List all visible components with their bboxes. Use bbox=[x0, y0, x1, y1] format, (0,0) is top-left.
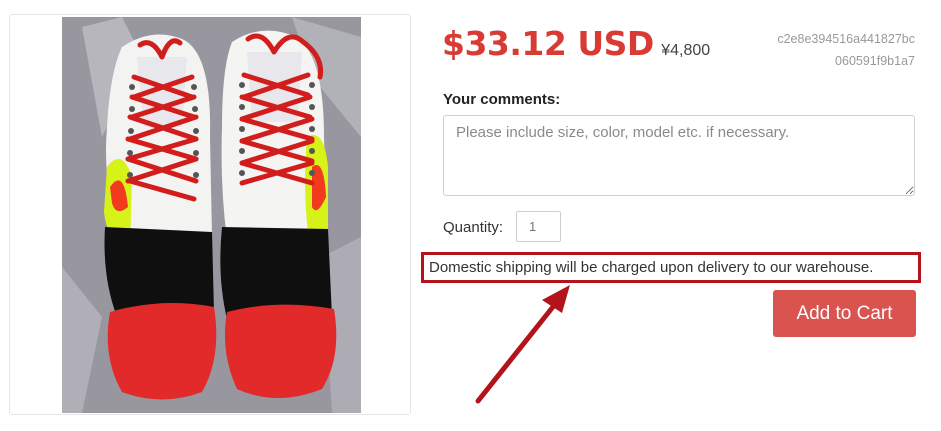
comments-textarea[interactable] bbox=[443, 115, 915, 196]
item-id: c2e8e394516a441827bc060591f9b1a7 bbox=[777, 32, 915, 68]
price-row: $33.12 USD ¥4,800 bbox=[442, 24, 710, 63]
shipping-note: Domestic shipping will be charged upon d… bbox=[421, 252, 921, 283]
quantity-label: Quantity: bbox=[443, 219, 504, 236]
price-usd: $33.12 USD bbox=[442, 24, 654, 63]
add-to-cart-button[interactable]: Add to Cart bbox=[773, 290, 916, 337]
price-jpy: ¥4,800 bbox=[661, 42, 711, 59]
quantity-input[interactable] bbox=[516, 211, 561, 242]
left-shoe bbox=[104, 34, 217, 400]
right-shoe bbox=[220, 30, 337, 398]
product-photo[interactable] bbox=[62, 17, 361, 413]
product-image-frame bbox=[9, 14, 411, 415]
annotation-arrow-shaft bbox=[475, 295, 563, 404]
comments-label: Your comments: bbox=[443, 91, 561, 108]
annotation-arrow-head bbox=[542, 285, 570, 313]
